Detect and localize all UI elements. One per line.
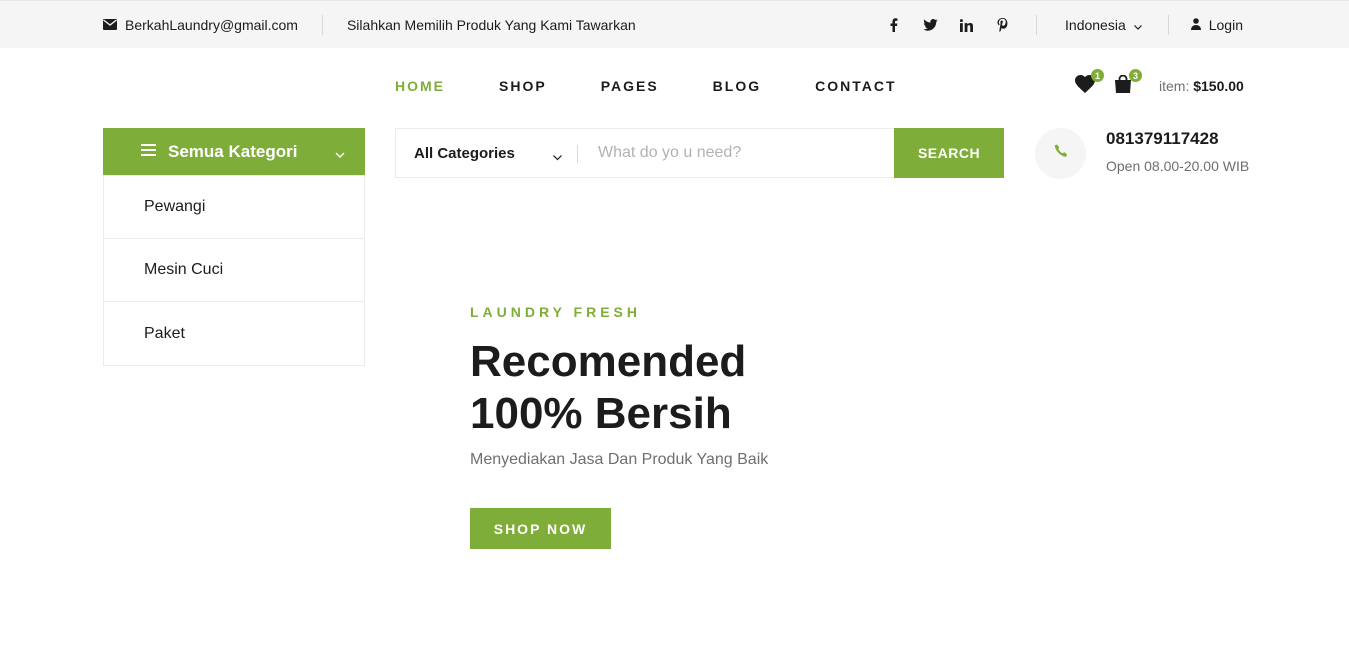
- user-icon: [1190, 17, 1201, 33]
- search-category-select[interactable]: All Categories: [396, 129, 578, 177]
- chevron-down-icon: [1133, 17, 1142, 33]
- chevron-down-icon: [553, 148, 562, 165]
- search-button[interactable]: SEARCH: [894, 128, 1004, 178]
- linkedin-icon[interactable]: [958, 17, 974, 33]
- search-input[interactable]: [578, 129, 894, 177]
- category-item-pewangi[interactable]: Pewangi: [104, 176, 364, 239]
- nav-item-pages[interactable]: PAGES: [601, 78, 659, 94]
- wishlist-count-badge: 1: [1091, 69, 1104, 82]
- language-label: Indonesia: [1065, 17, 1126, 33]
- phone-number: 081379117428: [1106, 129, 1219, 148]
- header-icons: 1 3: [1074, 69, 1150, 94]
- cart-total: item: $150.00: [1159, 78, 1244, 94]
- category-dropdown-toggle[interactable]: Semua Kategori: [103, 128, 365, 175]
- login-label: Login: [1208, 17, 1243, 33]
- pinterest-icon[interactable]: [994, 17, 1010, 33]
- facebook-icon[interactable]: [886, 17, 902, 33]
- cart-count-badge: 3: [1129, 69, 1142, 82]
- shop-now-button[interactable]: SHOP NOW: [470, 508, 611, 549]
- category-item-mesin-cuci[interactable]: Mesin Cuci: [104, 239, 364, 302]
- hero-title-line-2: 100% Bersih: [470, 389, 732, 438]
- phone-icon-circle: [1035, 128, 1086, 179]
- top-bar-tagline: Silahkan Memilih Produk Yang Kami Tawark…: [346, 17, 636, 33]
- top-bar-right: Indonesia Login: [886, 1, 1243, 49]
- hero-title: Recomended 100% Bersih: [470, 336, 890, 440]
- category-list: Pewangi Mesin Cuci Paket: [103, 175, 365, 366]
- hero-subtitle: Menyediakan Jasa Dan Produk Yang Baik: [470, 451, 769, 468]
- hero-title-line-1: Recomended: [470, 337, 747, 386]
- envelope-icon: [103, 17, 117, 33]
- chevron-down-icon: [335, 145, 345, 163]
- top-bar: BerkahLaundry@gmail.com Silahkan Memilih…: [0, 0, 1349, 48]
- cart-button[interactable]: 3: [1112, 69, 1142, 94]
- top-bar-left: BerkahLaundry@gmail.com Silahkan Memilih…: [103, 1, 636, 49]
- nav-item-home[interactable]: HOME: [395, 78, 445, 94]
- email-contact[interactable]: BerkahLaundry@gmail.com: [103, 15, 323, 35]
- login-link[interactable]: Login: [1169, 17, 1243, 33]
- phone-icon: [1054, 144, 1068, 163]
- category-title: Semua Kategori: [168, 141, 298, 161]
- category-item-paket[interactable]: Paket: [104, 302, 364, 365]
- social-links: [886, 15, 1038, 35]
- hero-kicker: LAUNDRY FRESH: [470, 304, 642, 320]
- hamburger-menu-icon: [141, 143, 156, 161]
- main-nav: HOME SHOP PAGES BLOG CONTACT: [395, 78, 897, 94]
- language-selector[interactable]: Indonesia: [1037, 15, 1169, 35]
- cart-total-label: item:: [1159, 78, 1190, 94]
- nav-item-shop[interactable]: SHOP: [499, 78, 547, 94]
- cart-total-amount: $150.00: [1193, 78, 1244, 94]
- search-category-label: All Categories: [414, 144, 515, 162]
- wishlist-button[interactable]: 1: [1074, 69, 1104, 94]
- nav-item-blog[interactable]: BLOG: [713, 78, 761, 94]
- nav-item-contact[interactable]: CONTACT: [815, 78, 896, 94]
- email-text: BerkahLaundry@gmail.com: [125, 17, 298, 33]
- opening-hours: Open 08.00-20.00 WIB: [1106, 158, 1250, 174]
- twitter-icon[interactable]: [922, 17, 938, 33]
- search-form: All Categories SEARCH: [395, 128, 1004, 178]
